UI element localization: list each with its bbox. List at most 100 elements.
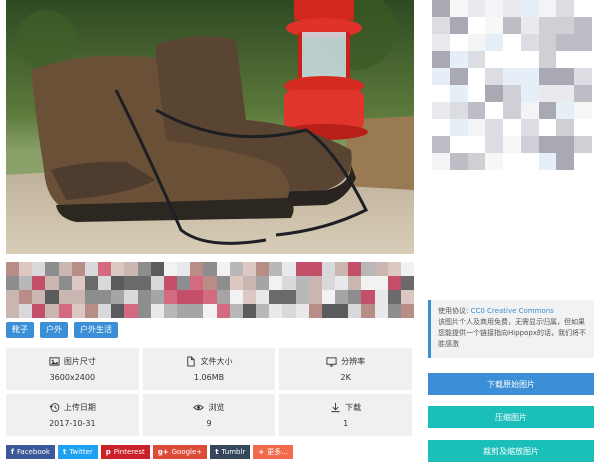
- mosaic-cell: [387, 290, 401, 304]
- mosaic-cell: [485, 0, 504, 17]
- mosaic-cell: [137, 290, 151, 304]
- mosaic-cell: [229, 276, 243, 290]
- mosaic-cell: [538, 34, 557, 51]
- mosaic-cell: [556, 119, 575, 136]
- stat-label: 上传日期: [63, 403, 96, 412]
- mosaic-cell: [150, 276, 164, 290]
- mosaic-cell: [449, 0, 468, 17]
- mosaic-cell: [295, 262, 309, 276]
- tag-outdoor-life[interactable]: 户外生活: [74, 322, 118, 338]
- share-twitter-button[interactable]: t Twitter: [57, 445, 98, 459]
- mosaic-cell: [449, 68, 468, 85]
- mosaic-cell: [58, 290, 72, 304]
- mosaic-cell: [556, 136, 575, 153]
- share-tumblr-button[interactable]: t Tumblr: [210, 445, 251, 459]
- mosaic-cell: [432, 153, 450, 170]
- mosaic-cell: [467, 0, 486, 17]
- mosaic-cell: [574, 153, 592, 170]
- tag-outdoor[interactable]: 户外: [40, 322, 68, 338]
- mosaic-cell: [163, 276, 178, 290]
- mosaic-cell: [32, 290, 46, 304]
- mosaic-cell: [229, 290, 243, 304]
- license-text: 该图片个人及商用免费，无需显示归属，但如果您能提供一个链接指向Hippopx的话…: [438, 318, 586, 348]
- mosaic-cell: [387, 304, 401, 318]
- main-photo[interactable]: [6, 0, 414, 254]
- monitor-icon: [326, 357, 337, 367]
- mosaic-cell: [574, 68, 592, 85]
- mosaic-cell: [538, 17, 557, 34]
- mosaic-cell: [190, 262, 204, 276]
- mosaic-cell: [282, 290, 296, 304]
- tag-boots[interactable]: 靴子: [6, 322, 34, 338]
- mosaic-cell: [203, 290, 217, 304]
- download-icon: [331, 402, 340, 413]
- mosaic-cell: [256, 304, 270, 318]
- thumbnail-strip[interactable]: [6, 262, 414, 318]
- mosaic-cell: [242, 276, 257, 290]
- mosaic-cell: [203, 262, 217, 276]
- share-googleplus-button[interactable]: g+ Google+: [152, 445, 208, 459]
- mosaic-cell: [335, 304, 349, 318]
- mosaic-cell: [574, 0, 592, 17]
- mosaic-cell: [269, 304, 283, 318]
- crop-resize-button[interactable]: 裁剪及缩放图片: [428, 440, 594, 462]
- mosaic-cell: [321, 304, 336, 318]
- share-pinterest-button[interactable]: p Pinterest: [100, 445, 150, 459]
- mosaic-cell: [449, 119, 468, 136]
- mosaic-cell: [538, 0, 557, 17]
- mosaic-cell: [163, 304, 178, 318]
- mosaic-cell: [574, 17, 592, 34]
- mosaic-cell: [242, 290, 257, 304]
- mosaic-cell: [556, 34, 575, 51]
- mosaic-cell: [556, 153, 575, 170]
- mosaic-cell: [269, 276, 283, 290]
- download-original-button[interactable]: 下载原始图片: [428, 373, 594, 395]
- mosaic-cell: [574, 136, 592, 153]
- license-link[interactable]: CC0 Creative Commons: [471, 307, 554, 315]
- compress-image-button[interactable]: 压缩图片: [428, 406, 594, 428]
- mosaic-cell: [98, 276, 112, 290]
- mosaic-cell: [503, 153, 521, 170]
- mosaic-cell: [520, 102, 539, 119]
- mosaic-cell: [556, 17, 575, 34]
- stat-views: 浏览 9: [142, 394, 276, 436]
- mosaic-cell: [177, 290, 191, 304]
- share-label: Pinterest: [113, 448, 145, 456]
- mosaic-cell: [467, 119, 486, 136]
- mosaic-cell: [308, 290, 322, 304]
- stat-upload-date: 上传日期 2017-10-31: [6, 394, 139, 436]
- mosaic-cell: [467, 17, 486, 34]
- mosaic-cell: [111, 262, 125, 276]
- mosaic-cell: [520, 68, 539, 85]
- mosaic-cell: [58, 262, 72, 276]
- share-more-button[interactable]: + 更多...: [253, 445, 293, 459]
- mosaic-cell: [71, 276, 85, 290]
- mosaic-cell: [485, 68, 504, 85]
- mosaic-cell: [190, 276, 204, 290]
- mosaic-cell: [556, 51, 575, 68]
- share-facebook-button[interactable]: f Facebook: [6, 445, 55, 459]
- mosaic-cell: [432, 51, 450, 68]
- mosaic-cell: [361, 290, 375, 304]
- mosaic-cell: [432, 136, 450, 153]
- mosaic-cell: [485, 102, 504, 119]
- mosaic-cell: [6, 276, 20, 290]
- mosaic-cell: [150, 304, 164, 318]
- mosaic-cell: [574, 119, 592, 136]
- mosaic-cell: [432, 119, 450, 136]
- mosaic-cell: [449, 34, 468, 51]
- mosaic-cell: [71, 304, 85, 318]
- mosaic-cell: [432, 0, 450, 17]
- mosaic-cell: [163, 262, 178, 276]
- mosaic-cell: [45, 290, 59, 304]
- mosaic-cell: [449, 17, 468, 34]
- mosaic-cell: [538, 51, 557, 68]
- mosaic-cell: [177, 276, 191, 290]
- mosaic-cell: [282, 276, 296, 290]
- mosaic-cell: [71, 262, 85, 276]
- mosaic-cell: [282, 262, 296, 276]
- mosaic-cell: [256, 262, 270, 276]
- mosaic-cell: [520, 0, 539, 17]
- mosaic-cell: [32, 304, 46, 318]
- mosaic-cell: [538, 68, 557, 85]
